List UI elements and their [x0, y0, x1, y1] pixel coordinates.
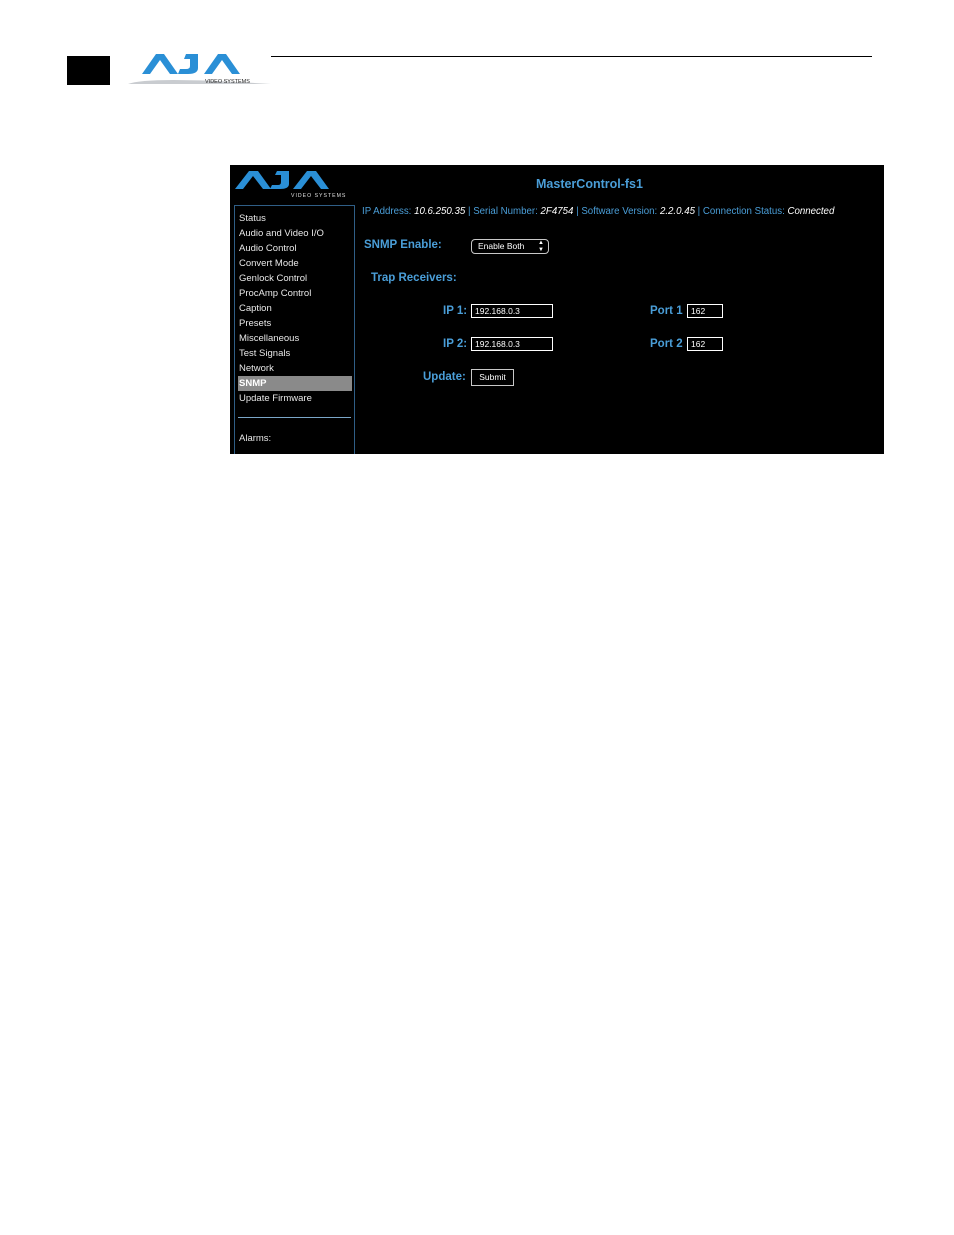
port2-label: Port 2 [650, 338, 683, 350]
sidebar-item-network[interactable]: Network [238, 361, 352, 376]
ip2-input[interactable]: 192.168.0.3 [471, 337, 553, 351]
app-title: MasterControl-fs1 [536, 177, 643, 191]
port1-input[interactable]: 162 [687, 304, 723, 318]
ip1-label: IP 1: [443, 305, 468, 317]
sidebar-divider [238, 417, 351, 418]
connection-status-value: Connected [787, 206, 835, 217]
status-separator: | [697, 206, 701, 217]
connection-status-label: Connection Status: [702, 206, 785, 217]
trap-receivers-label: Trap Receivers: [371, 272, 457, 284]
app-logo-subtext: VIDEO SYSTEMS [291, 193, 346, 199]
sidebar-item-caption[interactable]: Caption [238, 301, 352, 316]
aja-logo-subtext: VIDEO SYSTEMS [205, 79, 250, 85]
alarms-label: Alarms: [239, 433, 272, 444]
sidebar-item-miscellaneous[interactable]: Miscellaneous [238, 331, 352, 346]
port2-input[interactable]: 162 [687, 337, 723, 351]
ip-address-label: IP Address: [362, 206, 412, 217]
sidebar: Status Audio and Video I/O Audio Control… [234, 205, 355, 454]
ip2-label: IP 2: [443, 338, 468, 350]
sidebar-item-genlock-control[interactable]: Genlock Control [238, 271, 352, 286]
ip1-input[interactable]: 192.168.0.3 [471, 304, 553, 318]
screenshot-panel: VIDEO SYSTEMS MasterControl-fs1 Status A… [230, 165, 884, 454]
serial-number-value: 2F4754 [540, 206, 574, 217]
app-aja-logo: VIDEO SYSTEMS [235, 171, 346, 199]
sidebar-item-audio-video-io[interactable]: Audio and Video I/O [238, 226, 352, 241]
sidebar-item-test-signals[interactable]: Test Signals [238, 346, 352, 361]
software-version-label: Software Version: [581, 206, 658, 217]
software-version-value: 2.2.0.45 [659, 206, 695, 217]
serial-number-label: Serial Number: [473, 206, 538, 217]
sidebar-item-audio-control[interactable]: Audio Control [238, 241, 352, 256]
sidebar-item-convert-mode[interactable]: Convert Mode [238, 256, 352, 271]
submit-button[interactable]: Submit [471, 369, 514, 386]
device-status-bar: IP Address: 10.6.250.35 | Serial Number:… [362, 206, 834, 217]
page-tab-marker [67, 56, 110, 85]
sidebar-nav: Status Audio and Video I/O Audio Control… [238, 211, 352, 406]
sidebar-item-status[interactable]: Status [238, 211, 352, 226]
snmp-enable-select[interactable]: Enable Both ▲ ▼ [471, 239, 549, 254]
sidebar-item-update-firmware[interactable]: Update Firmware [238, 391, 352, 406]
port1-label: Port 1 [650, 305, 683, 317]
ip-address-value: 10.6.250.35 [414, 206, 466, 217]
select-arrows-icon: ▲ ▼ [538, 240, 544, 253]
status-separator: | [576, 206, 579, 217]
update-label: Update: [423, 371, 466, 383]
sidebar-item-procamp-control[interactable]: ProcAmp Control [238, 286, 352, 301]
snmp-enable-label: SNMP Enable: [364, 239, 442, 251]
aja-logo: VIDEO SYSTEMS [128, 54, 271, 85]
snmp-enable-value: Enable Both [478, 241, 525, 251]
header-rule [271, 56, 872, 57]
status-separator: | [467, 206, 471, 217]
sidebar-item-presets[interactable]: Presets [238, 316, 352, 331]
sidebar-item-snmp[interactable]: SNMP [238, 376, 352, 391]
